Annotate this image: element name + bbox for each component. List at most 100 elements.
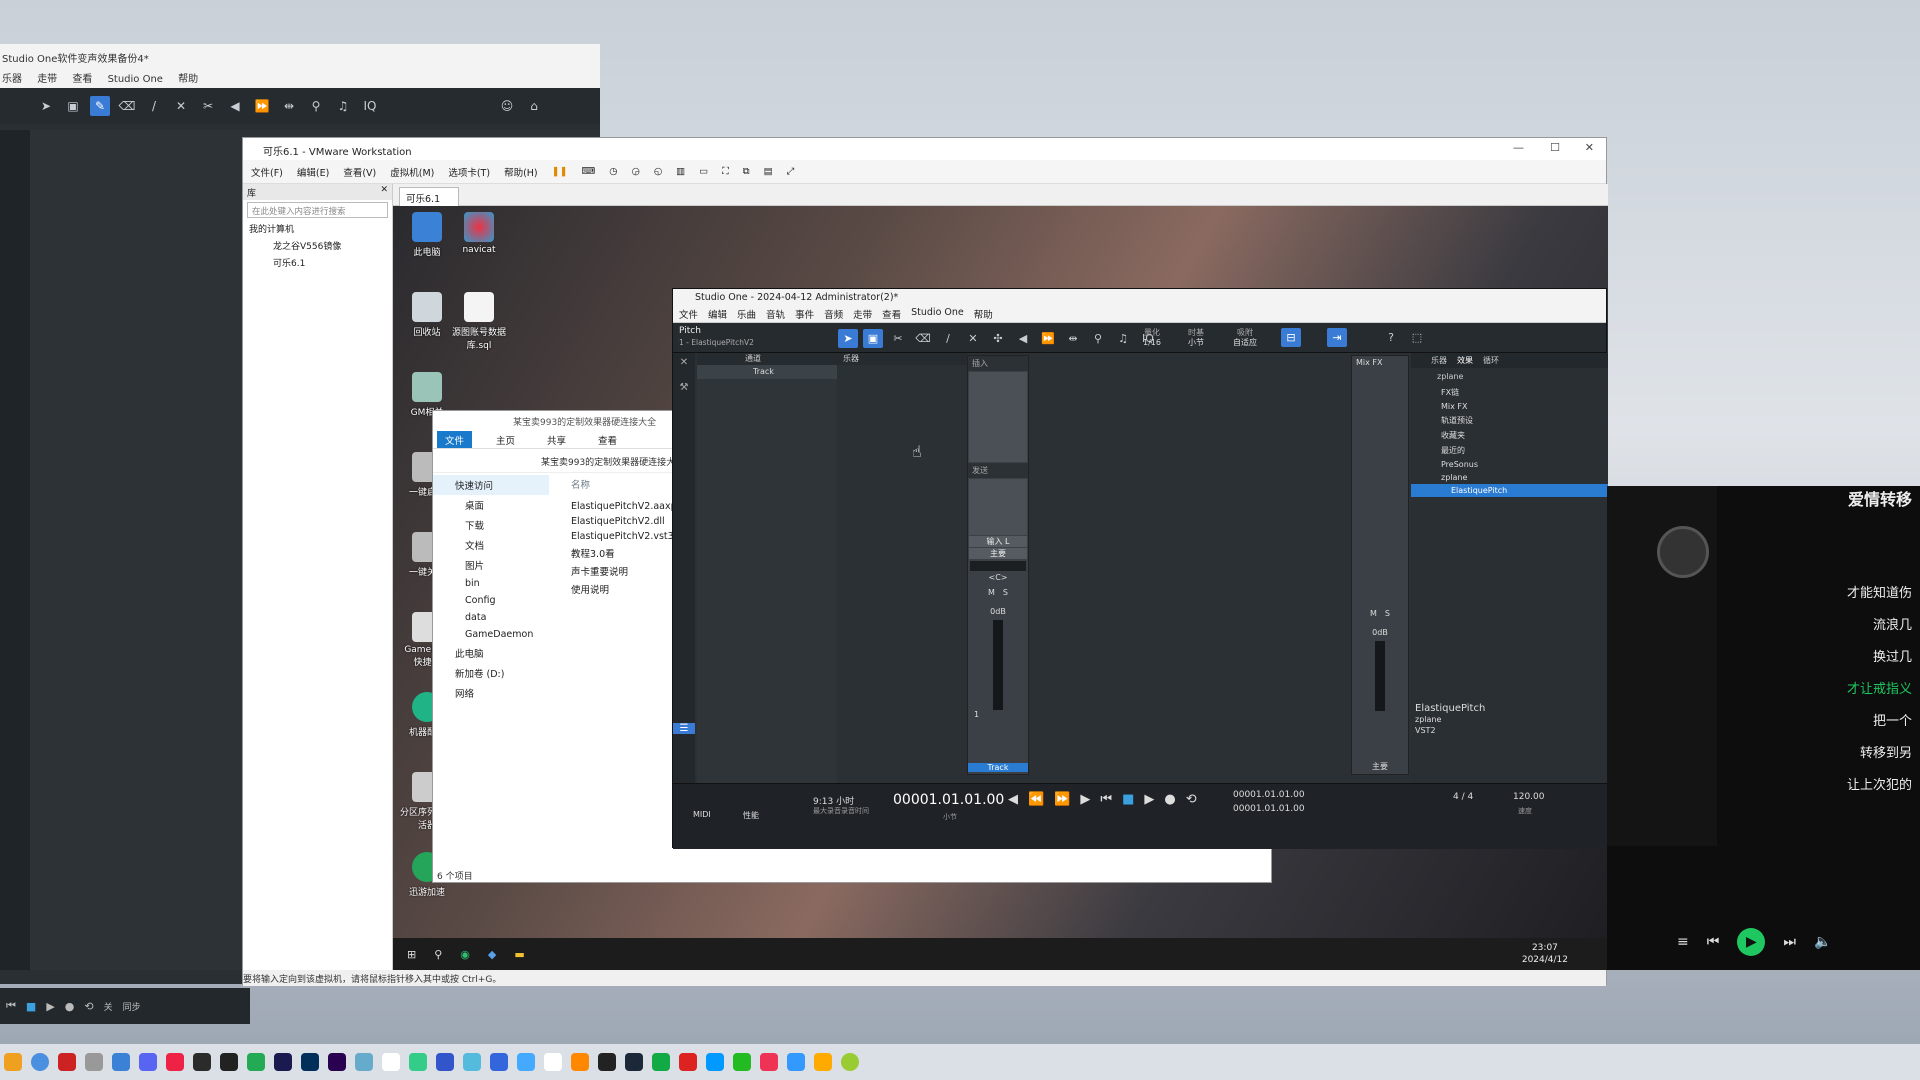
playlist-icon[interactable]: ≡	[1677, 934, 1689, 950]
nav-item[interactable]: Config	[433, 592, 549, 609]
channel-name[interactable]: Track	[968, 763, 1028, 772]
timebase-control[interactable]: 时基 小节	[1188, 328, 1204, 348]
file-item[interactable]: 声卡重要说明	[557, 562, 687, 580]
loop-icon[interactable]: ⟲	[84, 1000, 93, 1013]
nav-item[interactable]: 图片	[433, 555, 549, 575]
taskbar-app-icon[interactable]	[463, 1053, 481, 1071]
fast-rewind-icon[interactable]: ⏪	[1028, 792, 1044, 807]
nav-quick-access[interactable]: 快速访问	[433, 475, 549, 495]
listen-tool-icon[interactable]: ◀	[225, 96, 245, 116]
nav-item[interactable]: 文档	[433, 535, 549, 555]
taskbar-app-icon[interactable]	[652, 1053, 670, 1071]
mute-button[interactable]: M	[988, 588, 995, 597]
stretch-tool-icon[interactable]: ⇹	[279, 96, 299, 116]
arrow-tool-icon[interactable]: ➤	[36, 96, 56, 116]
tab-vm[interactable]: 可乐6.1 ×	[399, 187, 459, 216]
snap-toggle-icon[interactable]: ⊟	[1281, 328, 1301, 347]
menu-file[interactable]: 文件(F)	[251, 165, 283, 179]
menu-item[interactable]: 帮助	[178, 74, 198, 85]
discord-icon[interactable]	[139, 1053, 157, 1071]
pan-slider[interactable]	[970, 561, 1026, 571]
insert-area[interactable]	[969, 372, 1027, 462]
browser-folder[interactable]: PreSonus	[1411, 458, 1608, 471]
snap-control[interactable]: 吸附 自适应	[1233, 328, 1257, 348]
taskbar-app-icon[interactable]	[598, 1053, 616, 1071]
bend-tool-icon[interactable]: ✣	[988, 329, 1008, 348]
app-icon[interactable]: ◆	[488, 948, 496, 961]
forward-icon[interactable]: ▶	[1080, 792, 1090, 807]
desktop-icon[interactable]: 源图账号数据库.sql	[451, 292, 507, 351]
mix-fx-label[interactable]: Mix FX	[1352, 356, 1408, 369]
stretch-icon[interactable]: ⤢	[787, 166, 795, 177]
ribbon-tab-home[interactable]: 主页	[488, 431, 523, 448]
taskbar-app-icon[interactable]	[490, 1053, 508, 1071]
autoscroll-icon[interactable]: ⇥	[1327, 328, 1347, 347]
taskbar-app-icon[interactable]	[787, 1053, 805, 1071]
browser-sort[interactable]: zplane	[1411, 368, 1608, 385]
master-mute-button[interactable]: M	[1370, 609, 1377, 618]
wechat-icon[interactable]	[733, 1053, 751, 1071]
tempo[interactable]: 120.00	[1513, 792, 1545, 802]
menu-item[interactable]: 查看	[882, 307, 901, 322]
file-item[interactable]: ElastiquePitchV2.dll	[557, 514, 687, 529]
taskbar-app-icon[interactable]	[382, 1053, 400, 1071]
minimize-icon[interactable]: —	[1513, 141, 1524, 154]
taskbar-app-icon[interactable]	[4, 1053, 22, 1071]
taskbar-app-icon[interactable]	[112, 1053, 130, 1071]
taskbar-app-icon[interactable]	[814, 1053, 832, 1071]
menu-item[interactable]: Studio One	[911, 307, 964, 322]
loop-icon[interactable]: ⟲	[1186, 792, 1197, 807]
zoom-tool-icon[interactable]: ⚲	[306, 96, 326, 116]
insert-slot-header[interactable]: 插入	[968, 356, 1028, 371]
zoom-tool-icon[interactable]: ⚲	[1088, 329, 1108, 348]
track-row[interactable]: Track	[697, 365, 837, 379]
chrome-icon[interactable]	[31, 1053, 49, 1071]
tree-vm-item[interactable]: 龙之谷V556镜像	[243, 237, 392, 254]
menu-item[interactable]: 文件	[679, 307, 698, 322]
taskbar-app-icon[interactable]	[436, 1053, 454, 1071]
folder-icon[interactable]	[571, 1053, 589, 1071]
fullscreen-icon[interactable]: ⛶	[722, 166, 729, 177]
pencil-tool-icon[interactable]: ✎	[90, 96, 110, 116]
split-tool-icon[interactable]: ✂	[888, 329, 908, 348]
snapshot-manager-icon[interactable]: ◵	[654, 166, 662, 177]
browser-tab[interactable]: 乐器	[1431, 355, 1447, 366]
loop-end[interactable]: 00001.01.01.00	[1233, 804, 1305, 814]
menu-view[interactable]: 查看(V)	[343, 165, 376, 179]
input-select[interactable]: 输入 L	[969, 536, 1027, 547]
file-item[interactable]: ElastiquePitchV2.aaxp	[557, 499, 687, 514]
nav-item[interactable]: 下载	[433, 515, 549, 535]
menu-item[interactable]: 走带	[853, 307, 872, 322]
snapshot-icon[interactable]: ◷	[609, 166, 617, 177]
time-signature[interactable]: 4 / 4	[1453, 792, 1473, 802]
nav-network[interactable]: 网络	[433, 683, 549, 703]
stop-icon[interactable]: ■	[1122, 792, 1134, 807]
browser-tab[interactable]: 循环	[1483, 355, 1499, 366]
quantize-control[interactable]: 量化 1/16	[1143, 328, 1161, 348]
master-fader[interactable]	[1375, 641, 1385, 711]
menu-item[interactable]: 音频	[824, 307, 843, 322]
menu-vm[interactable]: 虚拟机(M)	[390, 165, 434, 179]
browser-tab-active[interactable]: 效果	[1457, 355, 1473, 366]
folder-icon[interactable]: ▬	[514, 948, 524, 961]
menu-item[interactable]: 查看	[72, 74, 92, 85]
nav-item[interactable]: 桌面	[433, 495, 549, 515]
search-icon[interactable]: ⚲	[434, 948, 442, 961]
output-select[interactable]: 主要	[969, 548, 1027, 559]
column-name-header[interactable]: 名称	[557, 475, 687, 499]
volume-icon[interactable]: 🔈	[1814, 934, 1831, 950]
user-icon[interactable]: ☺	[497, 96, 517, 116]
guest-clock[interactable]: 23:07 2024/4/12	[1522, 942, 1568, 966]
nav-item[interactable]: GameDaemon	[433, 626, 549, 643]
unity-icon[interactable]: ⧉	[743, 166, 750, 177]
iq-icon[interactable]: IQ	[360, 96, 380, 116]
taskbar-app-icon[interactable]	[85, 1053, 103, 1071]
ribbon-tab-share[interactable]: 共享	[539, 431, 574, 448]
range-tool-icon[interactable]: ▣	[63, 96, 83, 116]
layout-icon[interactable]: ⬚	[1407, 328, 1427, 347]
ribbon-tab-file[interactable]: 文件	[437, 431, 473, 448]
file-item[interactable]: ElastiquePitchV2.vst3	[557, 529, 687, 544]
desktop-icon[interactable]: 回收站	[399, 292, 455, 338]
menu-edit[interactable]: 编辑(E)	[297, 165, 329, 179]
close-icon[interactable]: ✕	[1585, 141, 1594, 154]
